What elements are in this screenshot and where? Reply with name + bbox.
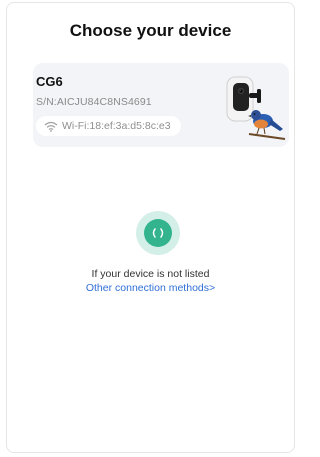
wifi-icon: [44, 121, 58, 132]
screen: Choose your device CG6 S/N:AICJU84C8NS46…: [6, 2, 295, 453]
other-connection-methods-link[interactable]: Other connection methods>: [7, 282, 294, 294]
device-card[interactable]: CG6 S/N:AICJU84C8NS4691 Wi-Fi:18:ef:3a:d…: [33, 63, 289, 147]
wifi-label: Wi-Fi:18:ef:3a:d5:8c:e3: [62, 120, 171, 132]
not-listed-text: If your device is not listed: [91, 268, 210, 280]
camera-bird-image: [226, 76, 286, 140]
device-serial: S/N:AICJU84C8NS4691: [36, 96, 152, 108]
device-name: CG6: [36, 74, 63, 89]
wifi-badge: Wi-Fi:18:ef:3a:d5:8c:e3: [36, 116, 181, 136]
scanning-icon: [144, 219, 172, 247]
page-title: Choose your device: [69, 21, 232, 40]
scan-button[interactable]: [136, 211, 180, 255]
